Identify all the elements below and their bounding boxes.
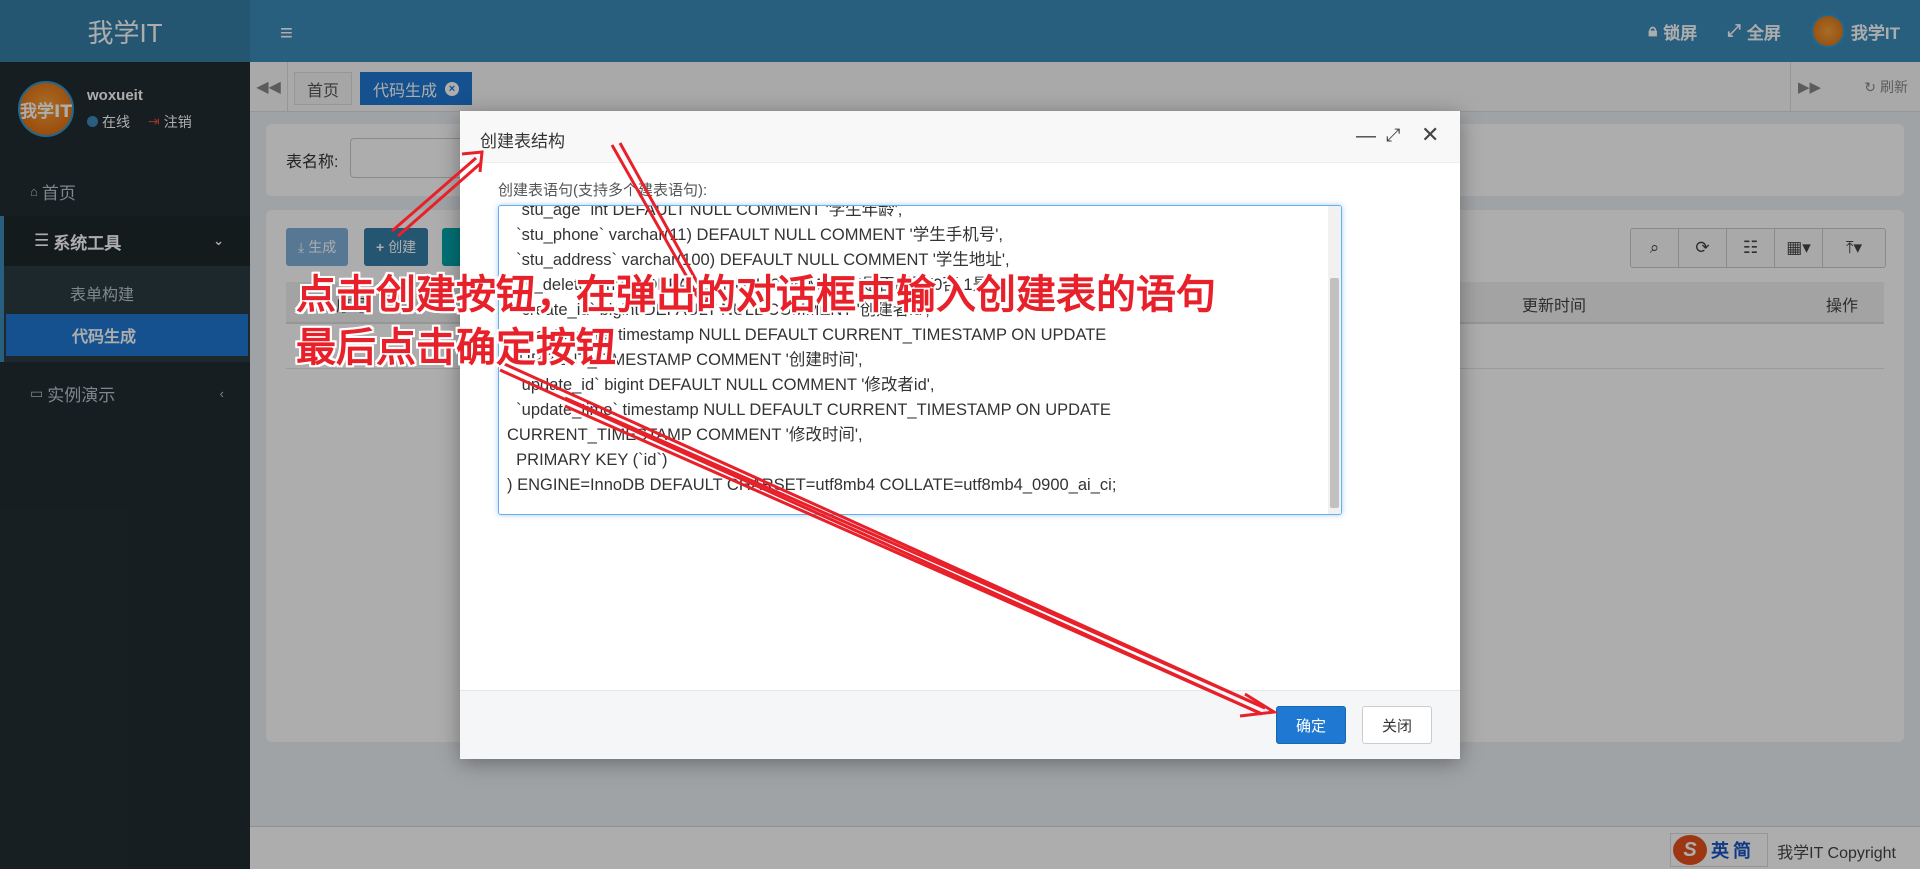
annotation-line-2: 最后点击确定按钮	[296, 325, 616, 371]
sql-textarea[interactable]: `stu_age` int DEFAULT NULL COMMENT '学生年龄…	[498, 205, 1342, 515]
maximize-icon[interactable]: ⤢	[1386, 125, 1400, 146]
sql-line: `stu_age` int DEFAULT NULL COMMENT '学生年龄…	[507, 205, 903, 219]
scrollbar-thumb[interactable]	[1330, 278, 1339, 508]
minimize-icon[interactable]: —	[1356, 125, 1376, 148]
sql-field-label: 创建表语句(支持多个建表语句):	[498, 182, 708, 199]
sql-line: `stu_phone` varchar(11) DEFAULT NULL COM…	[507, 226, 1003, 244]
dialog-title-bar[interactable]: 创建表结构 — ⤢ ✕	[460, 111, 1460, 163]
sql-line: `update_time` timestamp NULL DEFAULT CUR…	[507, 401, 1111, 419]
sql-line: `update_id` bigint DEFAULT NULL COMMENT …	[507, 376, 935, 394]
textarea-scrollbar[interactable]	[1328, 206, 1341, 514]
sql-line: CURRENT_TIMESTAMP COMMENT '修改时间',	[507, 426, 863, 444]
sql-text: `stu_age` int DEFAULT NULL COMMENT '学生年龄…	[507, 205, 1317, 498]
dialog-title: 创建表结构	[480, 132, 565, 151]
sql-line: `create_time` timestamp NULL DEFAULT CUR…	[507, 326, 1107, 344]
close-icon[interactable]: ✕	[1421, 122, 1439, 148]
close-button[interactable]: 关闭	[1362, 706, 1432, 744]
sql-line: CURRENT_TIMESTAMP COMMENT '创建时间',	[507, 351, 863, 369]
create-table-dialog: 创建表结构 — ⤢ ✕ 创建表语句(支持多个建表语句): `stu_age` i…	[460, 111, 1460, 759]
sql-line: ) ENGINE=InnoDB DEFAULT CHARSET=utf8mb4 …	[507, 476, 1117, 494]
dialog-footer: 确定 关闭	[460, 690, 1460, 759]
confirm-button[interactable]: 确定	[1276, 706, 1346, 744]
annotation-line-1: 点击创建按钮，在弹出的对话框中输入创建表的语句	[296, 272, 1216, 318]
sql-line: PRIMARY KEY (`id`)	[507, 451, 668, 469]
